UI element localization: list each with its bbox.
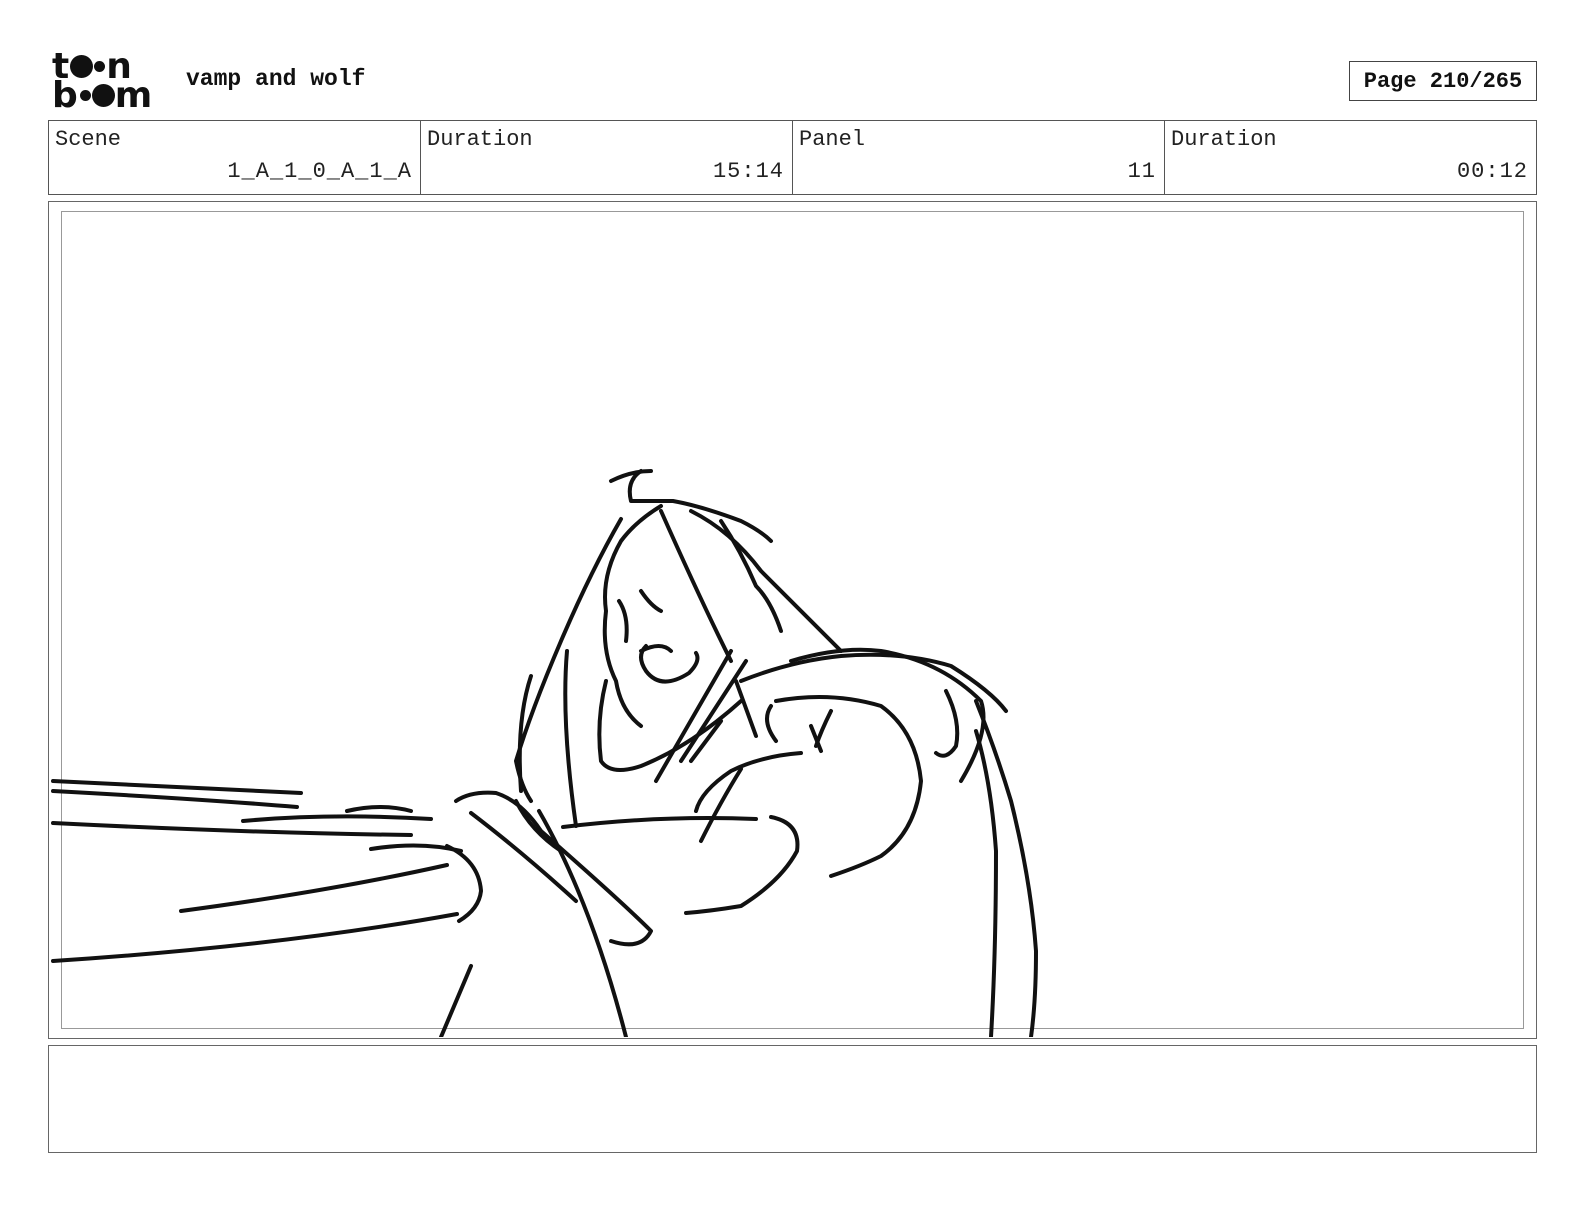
- storyboard-panel: [48, 201, 1537, 1039]
- scene-cell: Scene 1_A_1_0_A_1_A: [49, 121, 421, 194]
- info-table: Scene 1_A_1_0_A_1_A Duration 15:14 Panel…: [48, 120, 1537, 195]
- scene-duration-cell: Duration 15:14: [421, 121, 793, 194]
- project-title: vamp and wolf: [186, 66, 366, 92]
- logo-row-bottom: bm: [52, 75, 154, 116]
- panel-label: Panel: [799, 127, 866, 152]
- panel-cell: Panel 11: [793, 121, 1165, 194]
- panel-value: 11: [1127, 159, 1156, 184]
- panel-notes: [48, 1045, 1537, 1153]
- notes-text: [49, 1046, 1536, 1062]
- panel-sketch: [51, 469, 1038, 1037]
- scene-label: Scene: [55, 127, 122, 152]
- scene-duration-label: Duration: [427, 127, 533, 152]
- panel-duration-value: 00:12: [1456, 159, 1528, 184]
- scene-value: 1_A_1_0_A_1_A: [227, 159, 412, 184]
- scene-duration-value: 15:14: [712, 159, 784, 184]
- toonboom-logo: tn bm: [52, 49, 164, 116]
- page-number: Page 210/265: [1349, 61, 1537, 101]
- panel-duration-label: Duration: [1171, 127, 1277, 152]
- panel-duration-cell: Duration 00:12: [1165, 121, 1536, 194]
